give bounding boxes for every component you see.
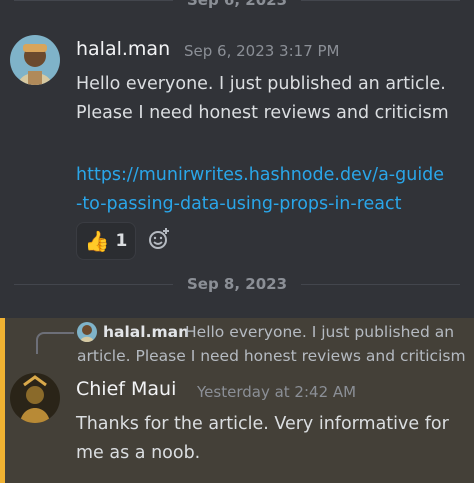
message-text-line: Hello everyone. I just published an arti… bbox=[76, 74, 446, 94]
divider-line bbox=[301, 0, 461, 1]
add-reaction-icon[interactable] bbox=[147, 227, 171, 251]
date-divider-top: Sep 6, 2023 bbox=[14, 0, 461, 10]
divider-line bbox=[14, 0, 173, 1]
avatar-image bbox=[77, 322, 97, 342]
avatar-image bbox=[10, 35, 60, 85]
message-text-line: Please I need honest reviews and critici… bbox=[76, 103, 449, 123]
divider-line bbox=[301, 283, 461, 285]
reply-username[interactable]: halal.man bbox=[103, 323, 189, 341]
reply-preview-text[interactable]: Hello everyone. I just published an bbox=[185, 323, 454, 341]
divider-label: Sep 8, 2023 bbox=[186, 275, 288, 293]
date-divider: Sep 8, 2023 bbox=[14, 274, 461, 294]
reaction-count: 1 bbox=[115, 231, 128, 251]
avatar-chief-maui[interactable] bbox=[10, 373, 60, 423]
message-timestamp: Yesterday at 2:42 AM bbox=[197, 383, 357, 401]
avatar-halal-man[interactable] bbox=[10, 35, 60, 85]
divider-label: Sep 6, 2023 bbox=[186, 0, 288, 9]
mention-bar bbox=[0, 318, 5, 483]
message-timestamp: Sep 6, 2023 3:17 PM bbox=[184, 42, 340, 60]
message-username[interactable]: Chief Maui bbox=[76, 378, 176, 400]
message-text-line: Thanks for the article. Very informative… bbox=[76, 414, 449, 434]
article-link[interactable]: https://munirwrites.hashnode.dev/a-guide bbox=[76, 161, 444, 190]
reply-preview-text[interactable]: article. Please I need honest reviews an… bbox=[77, 347, 466, 365]
divider-line bbox=[14, 283, 173, 285]
avatar-image bbox=[10, 373, 60, 423]
message-username[interactable]: halal.man bbox=[76, 38, 170, 60]
message-text-line: me as a noob. bbox=[76, 443, 201, 463]
reply-avatar[interactable] bbox=[77, 322, 97, 342]
reaction-thumbs-up[interactable]: 👍 1 bbox=[76, 222, 136, 260]
reply-spine bbox=[36, 332, 74, 354]
article-link[interactable]: -to-passing-data-using-props-in-react bbox=[76, 190, 402, 219]
thumbs-up-icon: 👍 bbox=[84, 229, 110, 253]
